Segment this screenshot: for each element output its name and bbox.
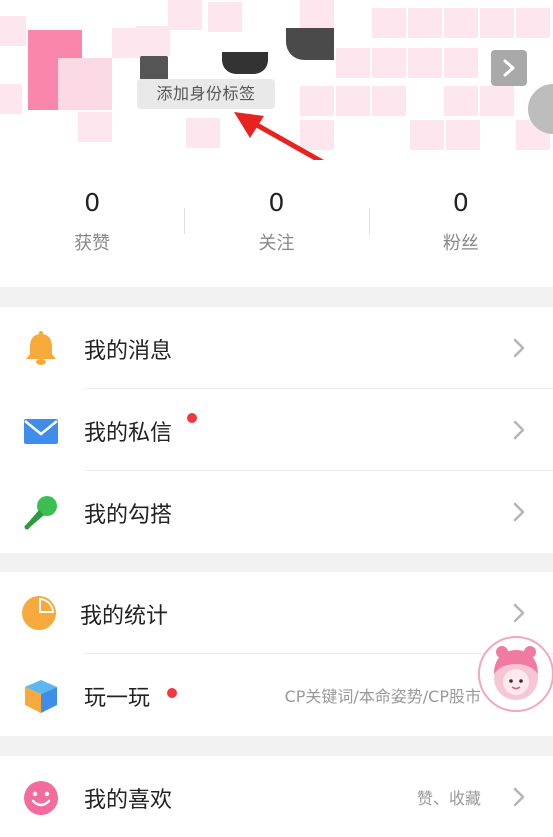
menu-section-favorites: 我的喜欢 赞、收藏	[0, 756, 553, 837]
menu-item-label: 我的喜欢	[84, 788, 173, 813]
stat-label: 粉丝	[442, 233, 479, 254]
menu-item-hint: 赞、收藏	[416, 789, 481, 808]
bell-icon	[26, 331, 56, 365]
menu-item-label: 玩一玩	[84, 686, 151, 711]
stat-likes-received[interactable]: 0 获赞	[0, 160, 184, 287]
menu-item-hint: CP关键词/本命姿势/CP股市	[284, 687, 481, 706]
stat-value: 0	[452, 188, 469, 217]
stat-fans[interactable]: 0 粉丝	[368, 160, 553, 287]
menu-item-label: 我的消息	[84, 339, 173, 364]
profile-detail-chevron-icon[interactable]	[491, 50, 527, 86]
chevron-right-icon	[513, 420, 525, 440]
menu-item-my-hookups[interactable]: 我的勾搭	[0, 471, 553, 553]
stats-bar: 0 获赞 0 关注 0 粉丝	[0, 160, 553, 287]
stat-following[interactable]: 0 关注	[184, 160, 368, 287]
red-arrow-annotation	[234, 112, 324, 160]
menu-item-label: 我的统计	[80, 604, 169, 629]
menu-item-my-statistics[interactable]: 我的统计	[0, 572, 553, 654]
stat-label: 获赞	[74, 233, 111, 254]
menu-item-play[interactable]: 玩一玩 CP关键词/本命姿势/CP股市	[0, 654, 553, 736]
menu-item-my-likes[interactable]: 我的喜欢 赞、收藏	[0, 756, 553, 837]
chevron-right-icon	[513, 603, 525, 623]
smile-icon	[24, 781, 58, 815]
menu-item-label: 我的私信	[84, 421, 173, 446]
add-identity-tag-button[interactable]: 添加身份标签	[137, 79, 275, 109]
menu-item-my-messages[interactable]: 我的消息	[0, 307, 553, 389]
stat-value: 0	[84, 188, 101, 217]
unread-dot	[187, 413, 197, 423]
chevron-right-icon	[513, 338, 525, 358]
menu-section-social: 我的消息 我的私信 我的勾搭	[0, 307, 553, 553]
pie-chart-icon	[22, 596, 56, 630]
new-content-dot	[167, 688, 177, 698]
chevron-right-icon	[513, 502, 525, 522]
stat-label: 关注	[258, 233, 295, 254]
menu-item-label: 我的勾搭	[84, 503, 173, 528]
cube-icon	[25, 680, 57, 713]
profile-header: 添加身份标签	[0, 0, 553, 160]
microphone-icon	[24, 496, 57, 530]
mascot-face-icon	[494, 646, 538, 700]
menu-section-tools: 我的统计 玩一玩 CP关键词/本命姿势/CP股市	[0, 572, 553, 736]
envelope-icon	[24, 419, 58, 444]
stat-value: 0	[268, 188, 285, 217]
menu-item-private-letters[interactable]: 我的私信	[0, 389, 553, 471]
floating-mascot-button[interactable]	[478, 636, 553, 712]
chevron-right-icon	[513, 787, 525, 807]
